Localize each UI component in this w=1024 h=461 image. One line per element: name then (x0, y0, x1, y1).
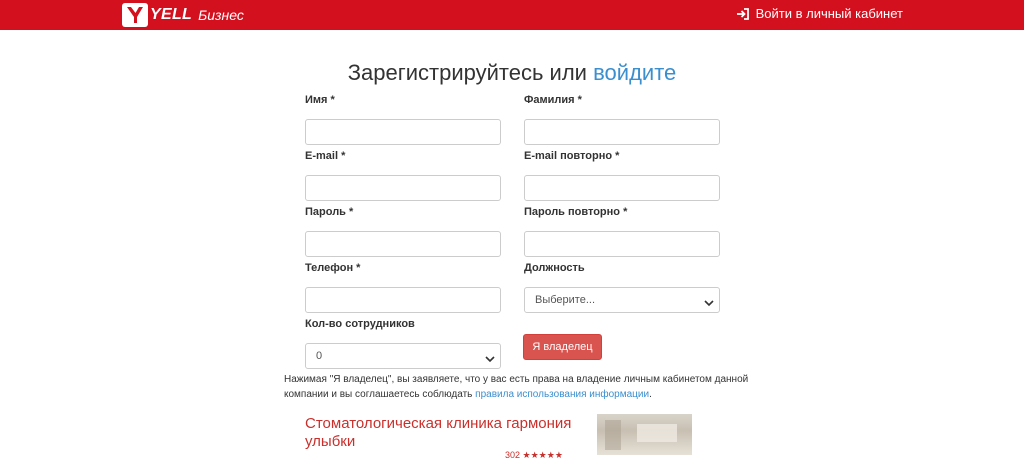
email-input[interactable] (305, 175, 501, 201)
position-label: Должность (524, 262, 585, 274)
phone-group: Телефон * (305, 262, 501, 313)
owner-button[interactable]: Я владелец (523, 334, 602, 360)
email-group: E-mail * (305, 150, 501, 201)
rating-count: 302 (505, 450, 521, 460)
password-input[interactable] (305, 231, 501, 257)
top-bar: YELL Бизнес Войти в личный кабинет (0, 0, 1024, 30)
logo[interactable]: YELL Бизнес (122, 2, 244, 28)
position-select[interactable]: Выберите... (524, 287, 720, 313)
login-link[interactable]: Войти в личный кабинет (736, 6, 903, 21)
company-photo[interactable] (597, 414, 692, 455)
employees-select-wrap: 0 (305, 343, 501, 369)
company-rating: 302 ★★★★★ (505, 450, 563, 461)
first-name-input[interactable] (305, 119, 501, 145)
terms-notice: Нажимая "Я владелец", вы заявляете, что … (284, 372, 754, 402)
first-name-group: Имя * (305, 94, 501, 145)
password-repeat-label: Пароль повторно * (524, 206, 628, 218)
yell-logo-icon (122, 3, 148, 27)
page-title-text: Зарегистрируйтесь или (347, 60, 587, 85)
first-name-label: Имя * (305, 94, 335, 106)
login-heading-link[interactable]: войдите (593, 60, 676, 85)
terms-notice-tail: . (649, 389, 652, 400)
terms-link[interactable]: правила использования информации (475, 389, 649, 400)
password-group: Пароль * (305, 206, 501, 257)
employees-select[interactable]: 0 (305, 343, 501, 369)
logo-subtitle: Бизнес (198, 7, 244, 23)
position-group: Должность Выберите... (524, 262, 720, 313)
password-label: Пароль * (305, 206, 354, 218)
phone-label: Телефон * (305, 262, 361, 274)
star-icon: ★★★★★ (522, 450, 563, 460)
page-title: Зарегистрируйтесь или войдите (0, 60, 1024, 86)
last-name-group: Фамилия * (524, 94, 720, 145)
company-title[interactable]: Стоматологическая клиника гармония улыбк… (305, 415, 595, 451)
password-repeat-input[interactable] (524, 231, 720, 257)
last-name-input[interactable] (524, 119, 720, 145)
sign-in-icon (736, 7, 750, 21)
employees-group: Кол-во сотрудников 0 (305, 318, 501, 369)
phone-input[interactable] (305, 287, 501, 313)
email-repeat-label: E-mail повторно * (524, 150, 620, 162)
email-repeat-group: E-mail повторно * (524, 150, 720, 201)
email-repeat-input[interactable] (524, 175, 720, 201)
login-label: Войти в личный кабинет (755, 6, 903, 21)
logo-word: YELL (150, 6, 193, 23)
position-select-wrap: Выберите... (524, 287, 720, 313)
email-label: E-mail * (305, 150, 346, 162)
employees-label: Кол-во сотрудников (305, 318, 415, 330)
password-repeat-group: Пароль повторно * (524, 206, 720, 257)
last-name-label: Фамилия * (524, 94, 582, 106)
